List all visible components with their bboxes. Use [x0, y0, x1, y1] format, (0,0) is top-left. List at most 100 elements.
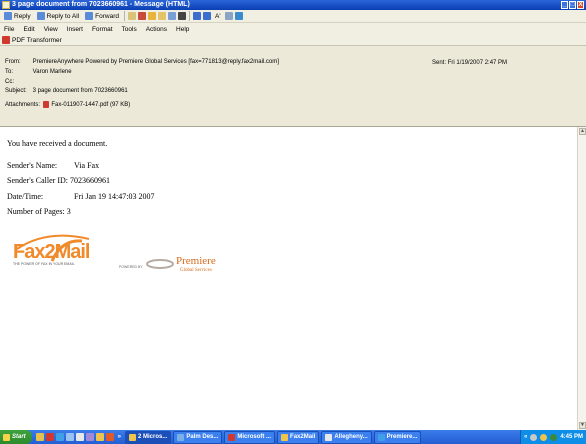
caller-id-row: Sender's Caller ID: 7023660961	[7, 176, 110, 185]
pages-row: Number of Pages: 3	[7, 207, 71, 216]
delete-icon[interactable]	[178, 12, 186, 20]
font-size-button[interactable]: A'	[213, 11, 223, 22]
maximize-button[interactable]: □	[569, 1, 576, 9]
quicklaunch-icon[interactable]	[105, 433, 114, 441]
premiere-logo: Premiere Global Services	[146, 251, 236, 281]
pdf-toolbar: PDF Transformer	[0, 35, 586, 46]
premiere-subtitle: Global Services	[180, 268, 212, 273]
acrobat-icon	[228, 433, 236, 441]
attachments-label: Attachments:	[5, 102, 41, 109]
forward-label: Forward	[95, 12, 119, 20]
taskbar-item[interactable]: 2 Micros...	[125, 430, 172, 444]
folder-icon	[281, 433, 289, 441]
subject-value: 3 page document from 7023660961	[32, 88, 128, 94]
vertical-scrollbar[interactable]: ▲ ▼	[577, 127, 586, 430]
print-icon[interactable]	[128, 12, 136, 20]
taskbar-item[interactable]: Premiere...	[373, 430, 422, 444]
tray-expand-button[interactable]: «	[524, 434, 527, 440]
quicklaunch-icon[interactable]	[35, 433, 44, 441]
reply-all-button[interactable]: Reply to All	[35, 11, 82, 22]
menu-bar: File Edit View Insert Format Tools Actio…	[0, 23, 586, 35]
close-button[interactable]: X	[577, 1, 584, 9]
taskbar-item[interactable]: Allegheny...	[321, 430, 372, 444]
message-body: You have received a document. Sender's N…	[0, 127, 577, 430]
window-title: 3 page document from 7023660961 - Messag…	[12, 1, 190, 8]
sender-name-label: Sender's Name:	[7, 161, 58, 170]
taskbar-item-label: Fax2Mail	[290, 434, 316, 440]
palm-icon	[177, 433, 185, 441]
window-title-bar: 3 page document from 7023660961 - Messag…	[0, 0, 586, 10]
scroll-down-arrow[interactable]: ▼	[579, 422, 586, 429]
menu-help[interactable]: Help	[176, 26, 189, 33]
scroll-up-arrow[interactable]: ▲	[579, 128, 586, 135]
previous-item-icon[interactable]	[193, 12, 201, 20]
windows-taskbar: Start » 2 Micros... Palm Des... Microsof…	[0, 430, 586, 444]
to-row: To: Varon Marlene	[5, 69, 72, 75]
address-book-icon[interactable]	[168, 12, 176, 20]
taskbar-item-label: 2 Micros...	[138, 434, 168, 440]
document-icon	[325, 433, 333, 441]
reply-button[interactable]: Reply	[2, 11, 33, 22]
fax2mail-tagline: THE POWER OF FAX IN YOUR EMAIL	[13, 262, 75, 266]
mark-icon[interactable]	[224, 12, 233, 20]
quicklaunch-overflow[interactable]: »	[118, 434, 121, 440]
menu-insert[interactable]: Insert	[67, 26, 83, 33]
pdf-icon	[2, 36, 10, 44]
fax2mail-wordmark: Fax2Mail	[13, 241, 90, 263]
quicklaunch-icon[interactable]	[85, 433, 94, 441]
taskbar-item-label: Microsoft ...	[237, 434, 272, 440]
toolbar-separator	[124, 11, 125, 21]
to-value[interactable]: Varon Marlene	[33, 69, 72, 75]
quick-launch	[35, 433, 114, 441]
start-label: Start	[12, 434, 26, 440]
caller-id-value: 7023660961	[69, 176, 110, 185]
datetime-label: Date/Time:	[7, 192, 44, 201]
intro-text: You have received a document.	[7, 139, 108, 148]
menu-format[interactable]: Format	[92, 26, 113, 33]
premiere-wordmark: Premiere	[176, 255, 216, 267]
quicklaunch-icon[interactable]	[75, 433, 84, 441]
start-button[interactable]: Start	[0, 430, 32, 444]
subject-row: Subject: 3 page document from 7023660961	[5, 88, 128, 94]
tray-icon[interactable]	[530, 433, 538, 441]
pdf-transformer-button[interactable]: PDF Transformer	[12, 37, 62, 44]
menu-edit[interactable]: Edit	[23, 26, 34, 33]
next-item-icon[interactable]	[203, 12, 211, 20]
tray-icon[interactable]	[540, 433, 548, 441]
folder-icon[interactable]	[158, 12, 166, 20]
taskbar-item[interactable]: Fax2Mail	[277, 430, 320, 444]
message-header: From: PremiereAnywhere Powered by Premie…	[0, 46, 586, 127]
menu-actions[interactable]: Actions	[146, 26, 167, 33]
sender-name-value: Via Fax	[74, 161, 100, 170]
toolbar-separator	[189, 11, 190, 21]
quicklaunch-icon[interactable]	[95, 433, 104, 441]
taskbar-item[interactable]: Microsoft ...	[224, 430, 276, 444]
pages-value: 3	[66, 207, 71, 216]
menu-tools[interactable]: Tools	[122, 26, 137, 33]
reply-all-label: Reply to All	[46, 12, 80, 20]
quicklaunch-icon[interactable]	[65, 433, 74, 441]
taskbar-item-label: Palm Des...	[186, 434, 219, 440]
flag-icon[interactable]	[148, 12, 156, 20]
attachments-row: Attachments: Fax-011907-1447.pdf (97 KB)	[5, 101, 130, 108]
forward-button[interactable]: Forward	[83, 11, 121, 22]
menu-view[interactable]: View	[44, 26, 58, 33]
attachment-link[interactable]: Fax-011907-1447.pdf (97 KB)	[51, 102, 130, 108]
cc-label: Cc:	[5, 79, 14, 85]
taskbar-item[interactable]: Palm Des...	[173, 430, 223, 444]
from-value[interactable]: PremiereAnywhere Powered by Premiere Glo…	[33, 59, 279, 65]
forward-icon	[85, 12, 94, 20]
menu-file[interactable]: File	[4, 26, 14, 33]
sender-name-row: Sender's Name: Via Fax	[7, 161, 99, 170]
datetime-value: Fri Jan 19 14:47:03 2007	[74, 192, 155, 201]
quicklaunch-icon[interactable]	[55, 433, 64, 441]
send-receive-icon[interactable]	[138, 12, 146, 20]
sent-value: Fri 1/19/2007 2:47 PM	[447, 60, 508, 66]
datetime-row: Date/Time: Fri Jan 19 14:47:03 2007	[7, 192, 154, 201]
quicklaunch-icon[interactable]	[45, 433, 54, 441]
from-row: From: PremiereAnywhere Powered by Premie…	[5, 59, 279, 65]
minimize-button[interactable]: _	[561, 1, 568, 9]
tray-icon[interactable]	[550, 433, 558, 441]
to-label: To:	[5, 69, 14, 75]
help-icon[interactable]	[234, 12, 243, 20]
